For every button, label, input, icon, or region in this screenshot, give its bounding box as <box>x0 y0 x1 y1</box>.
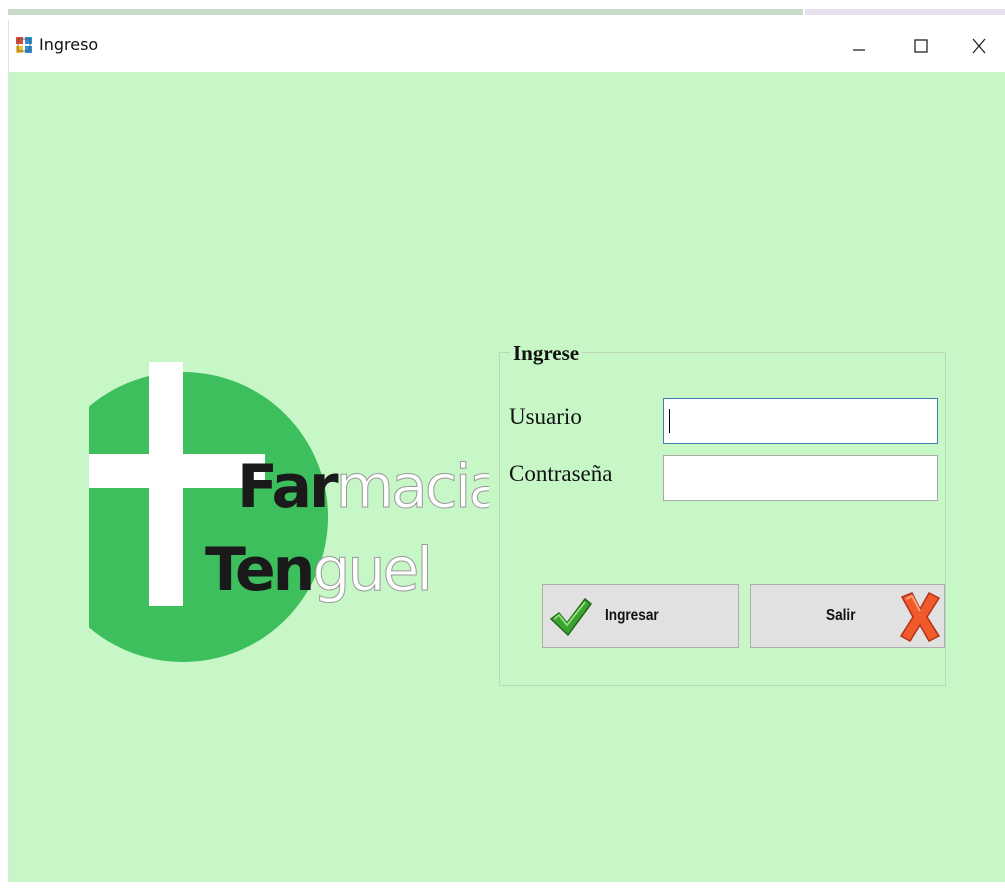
text-caret <box>669 409 670 433</box>
maximize-button[interactable] <box>898 20 944 72</box>
usuario-input[interactable] <box>663 398 938 444</box>
app-icon <box>16 37 32 53</box>
ingresar-button-label: Ingresar <box>605 607 659 624</box>
salir-button-label: Salir <box>826 607 856 624</box>
minimize-icon <box>853 49 865 51</box>
close-icon <box>972 38 986 54</box>
background-window-bar-right <box>805 9 1005 15</box>
login-window: Ingreso Farmacia Tenguel Ingrese Usuario… <box>8 20 1005 882</box>
group-title: Ingrese <box>510 341 583 366</box>
ingresar-button[interactable]: Ingresar <box>542 584 739 648</box>
salir-button[interactable]: Salir <box>750 584 945 648</box>
logo-text-line1: Farmacia <box>237 452 489 522</box>
maximize-icon <box>914 39 928 53</box>
logo-text-line2: Tenguel <box>205 535 430 605</box>
check-icon <box>549 597 593 637</box>
client-area: Farmacia Tenguel Ingrese Usuario Contras… <box>9 72 1005 882</box>
password-label: Contraseña <box>509 461 613 486</box>
minimize-button[interactable] <box>836 20 882 72</box>
x-icon <box>899 592 941 643</box>
window-title: Ingreso <box>39 35 99 54</box>
farmacia-tenguel-logo: Farmacia Tenguel <box>89 362 489 662</box>
close-button[interactable] <box>956 20 1002 72</box>
password-input[interactable] <box>663 455 938 501</box>
background-window-bar <box>8 9 803 15</box>
taskbar-strip <box>0 0 1005 20</box>
usuario-label: Usuario <box>509 404 582 429</box>
title-bar[interactable]: Ingreso <box>9 20 1005 72</box>
